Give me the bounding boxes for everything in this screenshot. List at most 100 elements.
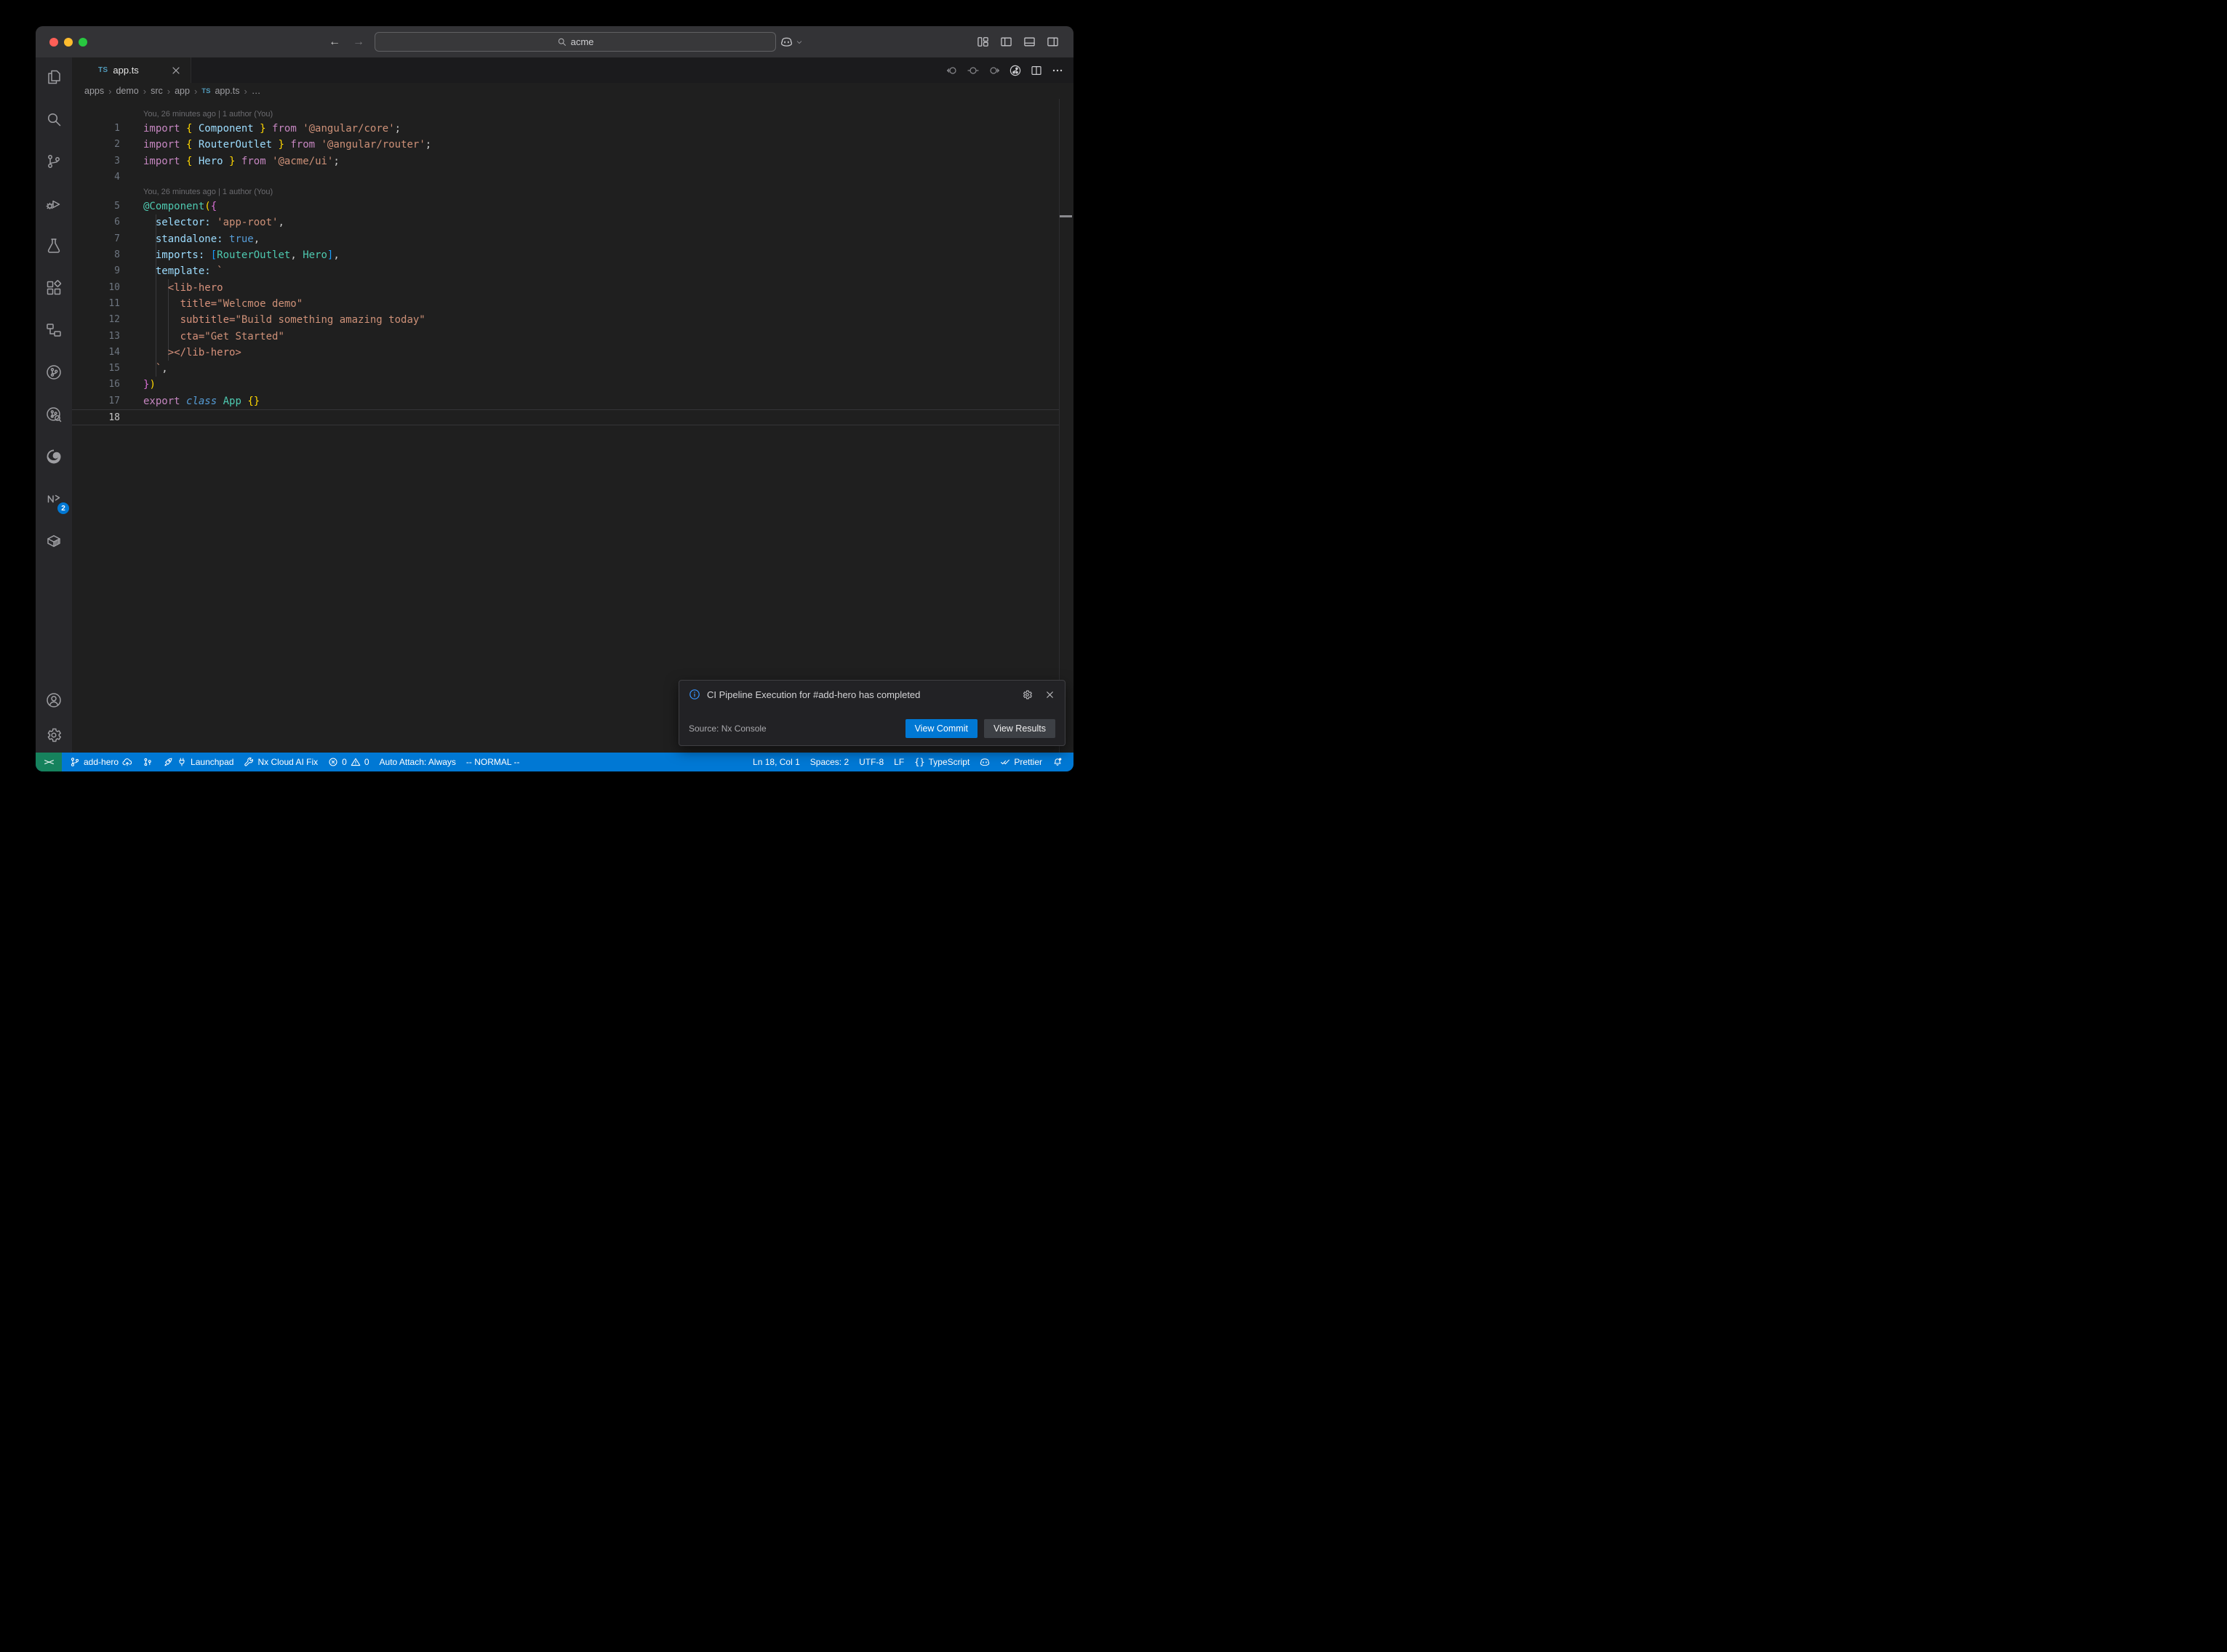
status-item-launchpad[interactable]: Launchpad <box>158 753 239 771</box>
status-item-formatter-prettier[interactable]: Prettier <box>995 753 1047 771</box>
more-actions-icon[interactable] <box>1052 65 1063 76</box>
status-item-cursor-position[interactable]: Ln 18, Col 1 <box>748 753 805 771</box>
split-editor-icon[interactable] <box>1031 65 1042 76</box>
line-number: 13 <box>72 329 120 345</box>
code-line: 18 <box>72 409 1059 425</box>
line-number: 5 <box>72 199 120 214</box>
layout-sidebar-right-icon[interactable] <box>1047 36 1059 48</box>
status-item-indentation[interactable]: Spaces: 2 <box>805 753 854 771</box>
status-item-problems[interactable]: 00 <box>323 753 374 771</box>
command-center-search[interactable]: acme <box>375 32 776 52</box>
activity-bar-item-swirl-extension[interactable] <box>36 438 71 475</box>
code-line: 16}) <box>72 377 1059 393</box>
activity-bar-item-gitlens-inspect[interactable] <box>36 396 71 433</box>
activity-bar-item-testing[interactable] <box>36 228 71 264</box>
status-item-auto-attach[interactable]: Auto Attach: Always <box>375 753 461 771</box>
activity-bar-item-settings[interactable] <box>36 718 71 753</box>
breadcrumb-item[interactable]: apps <box>84 86 104 96</box>
line-number: 15 <box>72 361 120 377</box>
status-item-notifications-bell[interactable] <box>1047 753 1068 771</box>
layout-sidebar-left-icon[interactable] <box>1000 36 1012 48</box>
breadcrumb-item[interactable]: src <box>151 86 163 96</box>
view-results-button[interactable]: View Results <box>984 719 1055 738</box>
code-line: 3import { Hero } from '@acme/ui'; <box>72 153 1059 169</box>
badge: 2 <box>57 502 69 514</box>
activity-bar-item-container[interactable] <box>36 523 71 559</box>
remote-indicator[interactable]: >< <box>36 753 62 771</box>
tab-app-ts[interactable]: TS app.ts <box>72 57 191 83</box>
breadcrumb-tail[interactable]: … <box>252 86 261 96</box>
activity-bar-item-source-control[interactable] <box>36 143 71 180</box>
close-window-button[interactable] <box>49 38 58 47</box>
nav-forward-icon[interactable] <box>988 65 1000 76</box>
breadcrumb-separator: › <box>108 86 111 97</box>
braces-glyph: {} <box>914 757 924 767</box>
breadcrumb-item[interactable]: demo <box>116 86 138 96</box>
code-line: 7 standalone: true, <box>72 231 1059 247</box>
status-item-nx-cloud-ai-fix[interactable]: Nx Cloud AI Fix <box>239 753 323 771</box>
explorer-icon <box>45 68 63 86</box>
search-icon <box>45 111 63 128</box>
code-line: 15 `, <box>72 361 1059 377</box>
commit-graph-icon[interactable] <box>1009 65 1021 76</box>
status-item-git-changes[interactable] <box>137 753 158 771</box>
code-line: 12 subtitle="Build something amazing tod… <box>72 312 1059 328</box>
gitlens-icon <box>45 364 63 381</box>
close-icon[interactable] <box>1044 689 1055 700</box>
status-text: Nx Cloud AI Fix <box>257 757 318 767</box>
close-icon[interactable] <box>170 65 182 76</box>
activity-bar-item-search[interactable] <box>36 101 71 137</box>
blame-annotation: You, 26 minutes ago | 1 author (You) <box>72 108 1059 121</box>
editor-actions <box>946 57 1063 83</box>
status-item-language-mode[interactable]: {}TypeScript <box>909 753 975 771</box>
info-icon <box>689 689 700 700</box>
line-number: 8 <box>72 247 120 263</box>
breadcrumb-item[interactable]: app <box>175 86 190 96</box>
status-text: LF <box>894 757 904 767</box>
activity-bar-item-accounts[interactable] <box>36 683 71 718</box>
copilot-menu-button[interactable] <box>780 26 803 57</box>
activity-bar-item-project-flow[interactable] <box>36 312 71 348</box>
activity-bar-item-extensions[interactable] <box>36 270 71 306</box>
navigate-forward-button[interactable]: → <box>353 26 364 57</box>
line-number: 18 <box>72 410 120 426</box>
minimize-window-button[interactable] <box>64 38 73 47</box>
layout-customize-icon[interactable] <box>977 36 989 48</box>
layout-panel-icon[interactable] <box>1023 36 1036 48</box>
breadcrumb-item-file[interactable]: app.ts <box>215 86 239 96</box>
activity-bar-item-gitlens[interactable] <box>36 354 71 390</box>
status-item-eol[interactable]: LF <box>889 753 909 771</box>
nav-target-icon[interactable] <box>967 65 979 76</box>
status-item-encoding[interactable]: UTF-8 <box>854 753 889 771</box>
status-item-vim-mode[interactable]: -- NORMAL -- <box>461 753 525 771</box>
status-item-branch-add-hero[interactable]: add-hero <box>65 753 137 771</box>
warning-icon <box>351 757 361 767</box>
activity-bar-item-run-and-debug[interactable] <box>36 185 71 222</box>
view-commit-button[interactable]: View Commit <box>905 719 977 738</box>
code-line: 4 <box>72 169 1059 185</box>
activity-bar: 2 <box>36 57 72 753</box>
breadcrumb-separator: › <box>194 86 197 97</box>
chevron-down-icon <box>796 39 803 46</box>
navigate-back-button[interactable]: ← <box>329 26 340 57</box>
window-controls <box>49 26 87 57</box>
overview-ruler-marker <box>1060 215 1072 217</box>
layout-controls <box>977 26 1059 57</box>
blame-annotation: You, 26 minutes ago | 1 author (You) <box>72 185 1059 199</box>
activity-bar-item-explorer[interactable] <box>36 59 71 95</box>
run-and-debug-icon <box>45 195 63 212</box>
code-editor[interactable]: You, 26 minutes ago | 1 author (You)1imp… <box>72 99 1073 753</box>
gear-icon[interactable] <box>1022 689 1033 700</box>
command-center-query: acme <box>571 36 594 47</box>
status-item-copilot-status[interactable] <box>975 753 995 771</box>
zoom-window-button[interactable] <box>79 38 87 47</box>
nav-back-icon[interactable] <box>946 65 958 76</box>
scrollbar-track[interactable] <box>1059 99 1060 753</box>
line-number: 16 <box>72 377 120 393</box>
wrench-icon <box>244 757 254 767</box>
editor-group: TS app.ts apps›demo›src›app›TSapp.ts›… Y… <box>72 57 1073 753</box>
status-text: 0 <box>342 757 347 767</box>
code-line: 6 selector: 'app-root', <box>72 214 1059 230</box>
activity-bar-item-nx-console[interactable]: 2 <box>36 481 71 517</box>
error-icon <box>328 757 338 767</box>
